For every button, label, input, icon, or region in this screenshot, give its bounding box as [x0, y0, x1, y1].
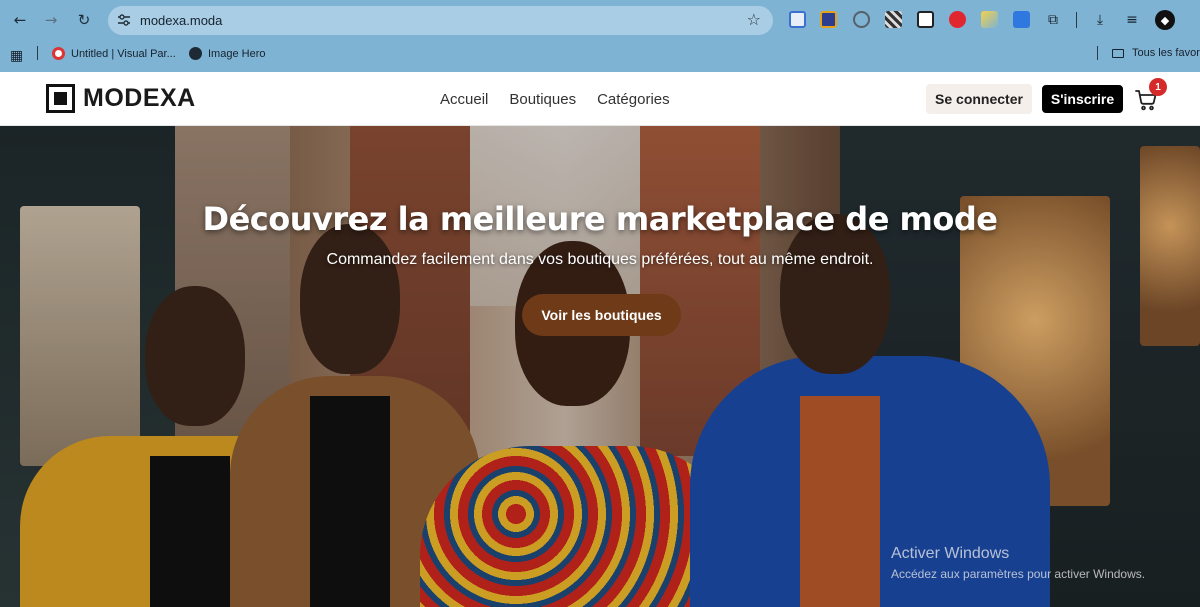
site-logo[interactable]: MODEXA	[46, 84, 196, 113]
media-controls-icon[interactable]: ≡	[1122, 10, 1142, 30]
extension-download-icon[interactable]	[1013, 11, 1030, 28]
logo-mark-icon	[46, 84, 75, 113]
cart-count-badge: 1	[1149, 78, 1167, 96]
folder-icon	[1112, 48, 1124, 58]
back-icon[interactable]: ←	[9, 9, 31, 31]
bookmark-folder-label: Tous les favoris	[1132, 47, 1200, 59]
bookmark-star-icon[interactable]: ☆	[747, 10, 761, 29]
extensions-puzzle-icon[interactable]: ⧉	[1043, 10, 1063, 30]
profile-avatar-icon[interactable]: ◆	[1155, 10, 1175, 30]
nav-link-boutiques[interactable]: Boutiques	[509, 91, 576, 108]
hero-title: Découvrez la meilleure marketplace de mo…	[202, 200, 998, 238]
omnibox[interactable]: modexa.moda ☆	[108, 6, 773, 35]
downloads-icon[interactable]: ⤓	[1090, 10, 1110, 30]
extension-shield-icon[interactable]	[949, 11, 966, 28]
bookmark-label: Image Hero	[208, 47, 266, 60]
bookmark-favicon-icon	[52, 47, 65, 60]
view-boutiques-button[interactable]: Voir les boutiques	[522, 294, 681, 336]
signup-button[interactable]: S'inscrire	[1042, 85, 1123, 113]
bookmark-folder-all[interactable]: Tous les favoris	[1112, 47, 1200, 59]
bookmark-label: Untitled | Visual Par...	[71, 47, 176, 60]
hero-overlay	[0, 126, 1200, 607]
address-bar-row: ← → ↻ modexa.moda ☆ ⧉ ⤓ ≡ ◆	[0, 0, 1200, 40]
bookmark-item-visual-paradigm[interactable]: Untitled | Visual Par...	[52, 47, 176, 60]
nav-link-categories[interactable]: Catégories	[597, 91, 670, 108]
extension-pen-icon[interactable]	[981, 11, 998, 28]
bookmarks-bar: ▦ Untitled | Visual Par... Image Hero To…	[0, 40, 1200, 72]
nav-link-accueil[interactable]: Accueil	[440, 91, 488, 108]
forward-icon[interactable]: →	[40, 9, 62, 31]
extension-grid-icon[interactable]	[885, 11, 902, 28]
toolbar-divider	[1076, 12, 1077, 28]
main-nav: Accueil Boutiques Catégories	[440, 91, 670, 108]
logo-text: MODEXA	[83, 84, 196, 112]
apps-grid-icon[interactable]: ▦	[10, 47, 23, 64]
browser-chrome: ← → ↻ modexa.moda ☆ ⧉ ⤓ ≡ ◆ ▦ Untitled |…	[0, 0, 1200, 72]
watermark-subtitle: Accédez aux paramètres pour activer Wind…	[891, 567, 1146, 581]
windows-activation-watermark: Activer Windows Accédez aux paramètres p…	[891, 545, 1145, 581]
site-settings-icon[interactable]	[116, 12, 132, 28]
hero-section	[0, 126, 1200, 607]
hero-subtitle: Commandez facilement dans vos boutiques …	[326, 251, 874, 268]
site-header: MODEXA Accueil Boutiques Catégories Se c…	[0, 72, 1200, 126]
extension-bug-icon[interactable]	[853, 11, 870, 28]
globe-icon	[189, 47, 202, 60]
extension-qr-icon[interactable]	[917, 11, 934, 28]
url-text[interactable]: modexa.moda	[140, 13, 222, 28]
reload-icon[interactable]: ↻	[73, 9, 95, 31]
bookmark-divider	[37, 46, 38, 60]
extension-palette-icon[interactable]	[820, 11, 837, 28]
bookmark-divider	[1097, 46, 1098, 60]
extension-docs-icon[interactable]	[789, 11, 806, 28]
login-button[interactable]: Se connecter	[926, 84, 1032, 114]
watermark-title: Activer Windows	[891, 545, 1010, 562]
bookmark-item-image-hero[interactable]: Image Hero	[189, 47, 265, 60]
